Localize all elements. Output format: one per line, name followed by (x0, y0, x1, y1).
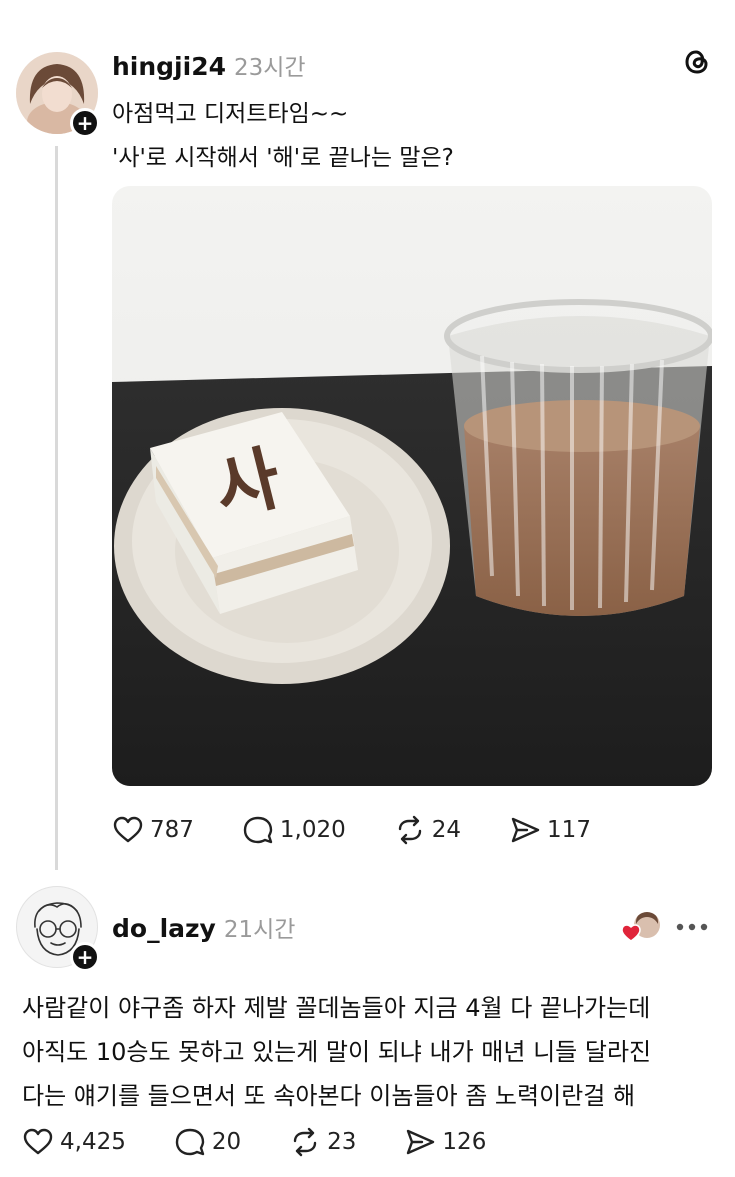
post-time: 23시간 (234, 55, 306, 81)
thread-line (55, 146, 58, 870)
author-username[interactable]: hingji24 23시간 (112, 48, 306, 82)
comment-count: 20 (211, 1129, 242, 1155)
comment-icon (243, 816, 273, 844)
send-icon (511, 817, 540, 843)
author-avatar[interactable]: + (16, 52, 100, 138)
repost-button[interactable]: 24 (394, 814, 461, 846)
dessert-photo-image: 사 (112, 186, 712, 786)
post: + hingji24 23시간 아점먹고 디저트타임~~ '사'로 시작해서 '해… (0, 0, 735, 880)
send-icon (407, 1129, 435, 1155)
post-text-line-1: 아점먹고 디저트타임~~ (112, 101, 349, 127)
reply-text-line-3: 다는 얘기를 들으면서 또 속아본다 이놈들아 좀 노력이란걸 해 (22, 1082, 636, 1110)
follow-plus-button[interactable]: + (70, 942, 100, 972)
author-liked-icon (621, 912, 660, 942)
reply-text-line-2: 아직도 10승도 못하고 있는게 말이 되냐 내가 매년 니들 달라진 (22, 1038, 652, 1066)
heart-icon (23, 1128, 53, 1155)
username-text[interactable]: hingji24 (112, 52, 226, 81)
reply-author-avatar[interactable]: + (16, 886, 100, 972)
threads-logo-icon[interactable] (681, 46, 713, 78)
comment-button[interactable]: 1,020 (242, 814, 346, 846)
reply-author-username[interactable]: do_lazy 21시간 (112, 910, 295, 944)
post-text-line-2: '사'로 시작해서 '해'로 끝나는 말은? (112, 145, 454, 171)
share-count: 117 (547, 817, 591, 843)
repost-count: 24 (431, 817, 462, 843)
like-count: 4,425 (60, 1129, 126, 1155)
repost-icon (398, 815, 421, 845)
reply-post: + do_lazy 21시간 사람같이 야구좀 하자 제발 꼴데놈들아 지금 4월… (0, 880, 735, 1177)
like-button[interactable]: 787 (112, 814, 194, 846)
reply-text-line-1: 사람같이 야구좀 하자 제발 꼴데놈들아 지금 4월 다 끝나가는데 (22, 994, 651, 1022)
repost-icon (293, 1127, 317, 1157)
repost-count: 23 (327, 1129, 357, 1155)
repost-button[interactable]: 23 (289, 1126, 356, 1158)
comment-button[interactable]: 20 (174, 1126, 241, 1158)
username-text[interactable]: do_lazy (112, 914, 216, 943)
comment-count: 1,020 (279, 817, 346, 843)
heart-icon (113, 816, 143, 843)
like-button[interactable]: 4,425 (22, 1126, 126, 1158)
reply-time: 21시간 (223, 917, 296, 943)
reply-actions: 4,425 20 23 126 (22, 1124, 534, 1160)
share-button[interactable]: 117 (509, 814, 591, 846)
post-actions: 787 1,020 24 117 (112, 812, 639, 848)
like-count: 787 (150, 817, 194, 843)
more-options-icon[interactable] (675, 922, 709, 932)
share-button[interactable]: 126 (404, 1126, 486, 1158)
follow-plus-button[interactable]: + (70, 108, 100, 138)
comment-icon (175, 1128, 205, 1156)
post-photo[interactable]: 사 (112, 186, 712, 786)
share-count: 126 (442, 1129, 487, 1155)
